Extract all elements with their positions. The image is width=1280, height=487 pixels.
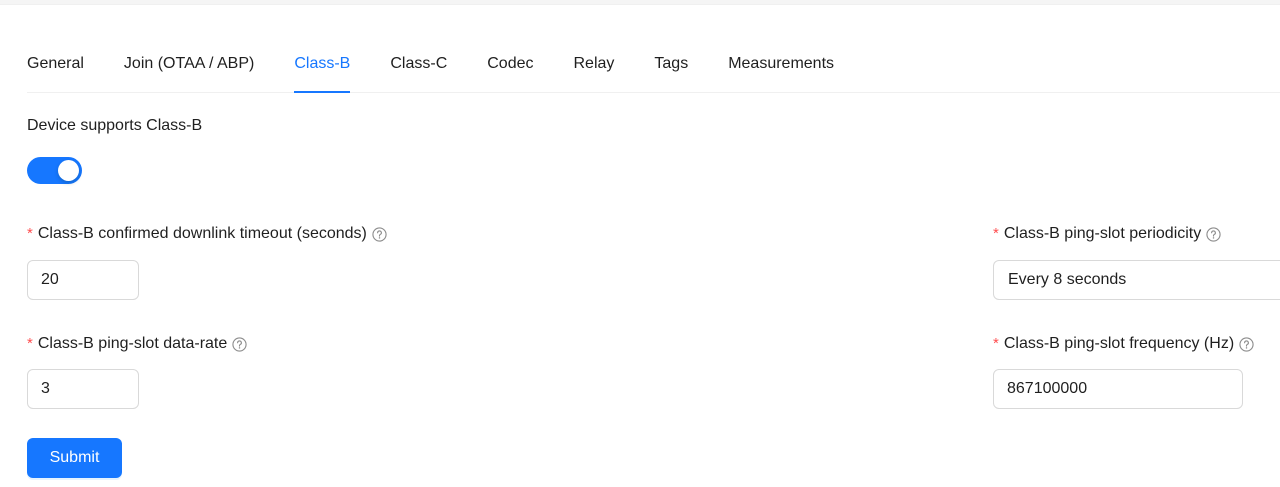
tab-tags[interactable]: Tags	[654, 44, 688, 92]
submit-button[interactable]: Submit	[27, 438, 122, 478]
tab-bar: General Join (OTAA / ABP) Class-B Class-…	[27, 44, 1280, 93]
periodicity-label-text: Class-B ping-slot periodicity	[1003, 225, 1202, 242]
timeout-label: * Class-B confirmed downlink timeout (se…	[27, 224, 387, 244]
question-circle-icon[interactable]	[232, 336, 247, 352]
question-circle-icon[interactable]	[372, 226, 387, 242]
data-rate-label: * Class-B ping-slot data-rate	[27, 334, 247, 354]
supports-class-b-label-text: Device supports Class-B	[27, 117, 203, 134]
required-mark: *	[27, 225, 33, 242]
data-rate-label-text: Class-B ping-slot data-rate	[37, 335, 228, 352]
periodicity-label: * Class-B ping-slot periodicity	[993, 224, 1221, 244]
tab-class-b[interactable]: Class-B	[294, 44, 351, 93]
tab-join[interactable]: Join (OTAA / ABP)	[124, 44, 254, 92]
frequency-label: * Class-B ping-slot frequency (Hz)	[993, 334, 1254, 354]
timeout-label-text: Class-B confirmed downlink timeout (seco…	[37, 225, 367, 242]
top-bar	[0, 0, 1280, 5]
question-circle-icon[interactable]	[1239, 336, 1254, 352]
tab-measurements[interactable]: Measurements	[728, 44, 834, 92]
data-rate-input[interactable]	[27, 369, 139, 409]
periodicity-select[interactable]: Every 8 seconds	[993, 260, 1280, 300]
tab-codec[interactable]: Codec	[487, 44, 533, 92]
question-circle-icon[interactable]	[1206, 226, 1221, 242]
required-mark: *	[27, 335, 33, 352]
required-mark: *	[993, 225, 999, 242]
frequency-label-text: Class-B ping-slot frequency (Hz)	[1003, 335, 1235, 352]
required-mark: *	[993, 335, 999, 352]
supports-class-b-switch[interactable]	[27, 157, 82, 184]
timeout-input[interactable]	[27, 260, 139, 300]
tab-general[interactable]: General	[27, 44, 84, 92]
frequency-input[interactable]	[993, 369, 1243, 409]
switch-knob	[58, 160, 79, 181]
tab-relay[interactable]: Relay	[574, 44, 615, 92]
tab-class-c[interactable]: Class-C	[390, 44, 447, 92]
supports-class-b-label: Device supports Class-B	[27, 116, 202, 136]
periodicity-selected-value: Every 8 seconds	[1008, 271, 1127, 288]
